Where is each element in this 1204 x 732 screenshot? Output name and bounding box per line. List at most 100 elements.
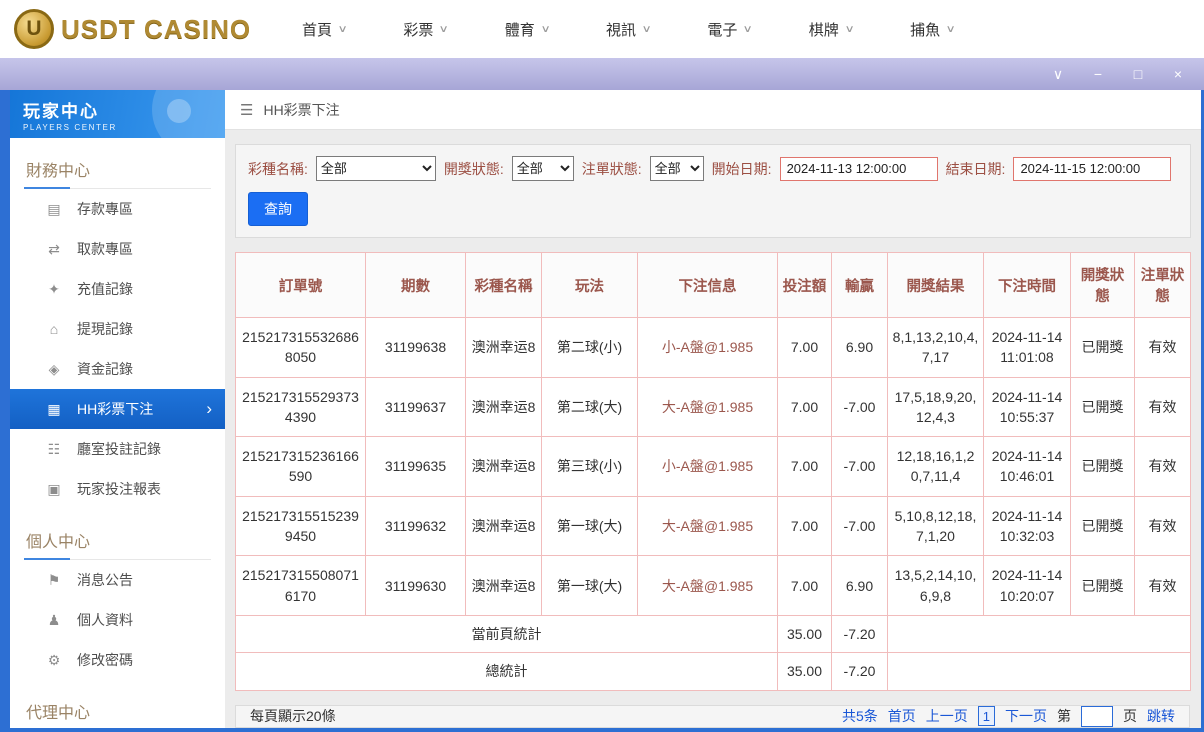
cell-bet-info: 大-A盤@1.985 [637,495,778,557]
draw-status-select[interactable]: 全部 [511,156,574,181]
table-body: 2152173155326868050 31199638 澳洲幸运8 第二球(小) 小-… [235,317,1191,691]
table-row: 2152173155152399450 31199632 澳洲幸运8 第一球(大) 大-… [235,495,1191,557]
minimize-icon[interactable]: − [1090,67,1106,81]
end-date-input[interactable] [1013,156,1172,181]
nav-item-1[interactable]: 首頁 ∨ [302,19,348,40]
app-frame: 玩家中心 PLAYERS CENTER 財務中心 ▤ 存款專區 ⇄ 取款專區 ✦ 充值記錄 ⌂… [0,90,1204,732]
jump-suffix-label: 页 [1123,708,1137,725]
nav-item-label: 彩票 [403,21,434,39]
cell-lottery-name: 澳洲幸运8 [465,495,542,557]
maximize-icon[interactable]: □ [1130,67,1146,81]
jump-button[interactable]: 跳转 [1147,706,1175,726]
brand-logo[interactable]: U USDT CASINO [14,9,256,49]
prev-page-link[interactable]: 上一页 [926,706,968,726]
sidebar-item[interactable]: ⚑ 消息公告 [10,560,225,600]
menu-icon[interactable]: ☰ [240,101,253,119]
col-header-win-loss: 輸贏 [831,252,888,318]
sidebar-item-label: 廳室投註記錄 [77,441,161,457]
col-header-bet-info: 下注信息 [637,252,778,318]
nav-item-3[interactable]: 體育 ∨ [505,19,551,40]
sidebar-item-label: 充值記錄 [77,281,133,297]
cell-bet-amount: 7.00 [777,495,832,557]
col-header-bet-amount: 投注額 [777,252,832,318]
sidebar-item[interactable]: ☷ 廳室投註記錄 [10,429,225,469]
cell-bet-amount: 7.00 [777,436,832,497]
next-page-link[interactable]: 下一页 [1005,706,1047,726]
close-icon[interactable]: × [1170,67,1186,81]
summary-row: 總統計 35.00 -7.20 [235,652,1191,691]
cell-play-type: 第二球(大) [541,376,638,438]
top-header: U USDT CASINO 首頁 ∨ 彩票 ∨ 體育 ∨ 視訊 ∨ 電子 ∨ 棋牌 ∨ 捕魚 ∨ [0,0,1204,58]
chevron-down-icon: ∨ [641,23,652,35]
jump-page-input[interactable] [1081,705,1113,727]
room-bet-record-icon: ☷ [47,440,61,457]
cell-draw-status: 已開獎 [1070,436,1135,497]
search-button[interactable]: 查詢 [248,192,308,226]
player-report-icon: ▣ [47,480,61,497]
lottery-bet-icon: ▦ [47,400,61,417]
summary-label: 總統計 [235,652,778,691]
sidebar-item[interactable]: ▤ 存款專區 [10,189,225,229]
cell-order-status: 有效 [1134,317,1191,378]
cashout-record-icon: ⌂ [49,321,59,337]
cell-draw-result: 12,18,16,1,20,7,11,4 [887,436,984,497]
cell-order-status: 有效 [1134,376,1191,438]
cell-draw-result: 5,10,8,12,18,7,1,20 [887,495,984,557]
total-count: 共5条 [841,708,878,725]
sidebar-item[interactable]: ♟ 個人資料 [10,600,225,640]
table-row: 2152173155080716170 31199630 澳洲幸运8 第一球(大) 大-… [235,555,1191,616]
nav-item-6[interactable]: 棋牌 ∨ [809,19,855,40]
nav-item-4[interactable]: 視訊 ∨ [606,19,652,40]
chevron-down-icon: ∨ [438,23,450,35]
cell-bet-info: 小-A盤@1.985 [637,436,778,497]
sidebar-header: 玩家中心 PLAYERS CENTER [10,90,225,138]
sidebar-item-label: 取款專區 [77,241,133,257]
chevron-right-icon: › [206,399,212,418]
sidebar-item[interactable]: ▦ HH彩票下注 › [10,389,225,429]
cell-play-type: 第二球(小) [541,317,638,378]
cell-bet-amount: 7.00 [777,317,832,378]
collapse-icon[interactable]: ∨ [1050,67,1066,81]
nav-item-2[interactable]: 彩票 ∨ [403,19,450,40]
chevron-down-icon: ∨ [742,23,754,35]
cell-period: 31199637 [365,376,466,438]
first-page-link[interactable]: 首页 [888,706,916,726]
sidebar-item[interactable]: ✦ 充值記錄 [10,269,225,309]
cell-lottery-name: 澳洲幸运8 [465,555,542,616]
filter-panel: 彩種名稱: 全部 開獎狀態: 全部 注單狀態: 全部 開始日期: 結束日期: 查… [235,144,1191,238]
cell-win-loss: -7.00 [831,376,888,438]
order-status-select[interactable]: 全部 [649,156,704,181]
cell-period: 31199638 [365,317,466,378]
sidebar-item-label: 玩家投注報表 [77,481,161,497]
sidebar-item[interactable]: ⚙ 修改密碼 [10,640,225,680]
sidebar-item[interactable]: ⇄ 取款專區 [10,229,225,269]
col-header-order-no: 訂單號 [235,252,366,318]
cell-bet-amount: 7.00 [777,555,832,616]
nav-item-5[interactable]: 電子 ∨ [707,19,754,40]
cell-bet-time: 2024-11-14 10:46:01 [983,436,1071,497]
sidebar-item[interactable]: ◈ 資金記錄 [10,349,225,389]
lottery-name-select[interactable]: 全部 [315,156,436,181]
cell-play-type: 第三球(小) [541,436,638,497]
current-page-indicator[interactable]: 1 [977,706,995,727]
cell-period: 31199630 [365,555,466,616]
recharge-record-icon: ✦ [48,280,60,297]
sidebar-item[interactable]: ⌂ 提現記錄 [10,309,225,349]
nav-item-7[interactable]: 捕魚 ∨ [910,19,956,40]
start-date-label: 開始日期: [711,160,772,177]
withdraw-icon: ⇄ [48,240,60,257]
sidebar-title: 玩家中心 [23,102,99,121]
col-header-order-status: 注單狀態 [1134,252,1191,318]
cell-lottery-name: 澳洲幸运8 [465,436,542,497]
cell-bet-info: 小-A盤@1.985 [637,317,778,378]
cell-order-no: 2152173155326868050 [235,317,366,378]
col-header-bet-time: 下注時間 [983,252,1071,318]
cell-order-no: 2152173155152399450 [235,495,366,557]
main-content: ☰ HH彩票下注 彩種名稱: 全部 開獎狀態: 全部 注單狀態: 全部 開始日期… [225,90,1201,728]
sidebar-item[interactable]: ▣ 玩家投注報表 [10,469,225,509]
bet-records-table: 訂單號 期數 彩種名稱 玩法 下注信息 投注額 輸贏 開獎結果 下注時間 開獎狀態 注單狀態 215… [235,252,1191,691]
start-date-input[interactable] [779,156,938,181]
cell-order-status: 有效 [1134,436,1191,497]
nav-item-label: 視訊 [606,21,637,39]
cell-order-status: 有效 [1134,495,1191,557]
